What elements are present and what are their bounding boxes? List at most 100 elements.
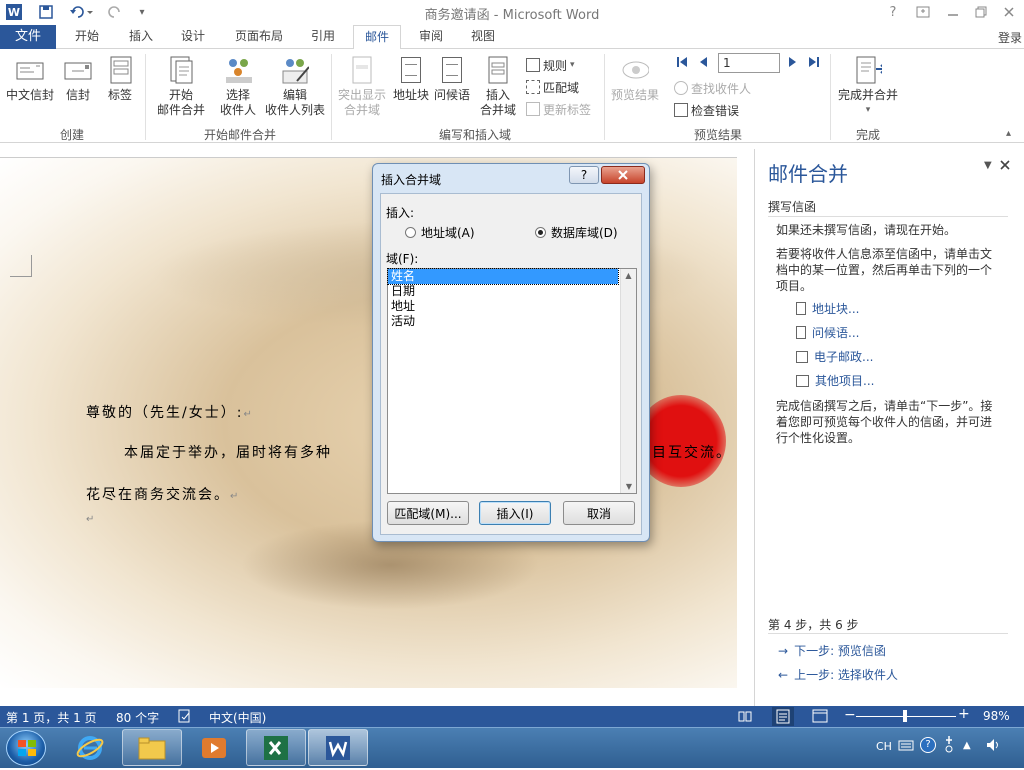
- proofing-icon[interactable]: [178, 709, 192, 726]
- field-list-item[interactable]: 地址: [388, 299, 618, 314]
- fields-listbox[interactable]: 姓名 日期 地址 活动 ▲ ▼: [387, 268, 637, 494]
- pane-options-icon[interactable]: ▼: [984, 160, 992, 171]
- doc-paragraph-1-left[interactable]: 本届定于举办，届时将有多种: [124, 442, 332, 462]
- labels-button[interactable]: 标签: [102, 54, 138, 103]
- taskbar-excel[interactable]: [246, 729, 306, 766]
- minimize-icon[interactable]: [942, 2, 964, 22]
- next-record-icon[interactable]: [788, 56, 798, 71]
- page-count[interactable]: 第 1 页，共 1 页: [6, 709, 97, 726]
- arrow-right-icon: →: [778, 643, 789, 658]
- radio-selected-icon: [535, 227, 546, 238]
- doc-salutation[interactable]: 尊敬的（先生/女士）:↵: [86, 402, 254, 422]
- last-record-icon[interactable]: [808, 56, 820, 71]
- field-list-item[interactable]: 日期: [388, 284, 618, 299]
- dialog-close-button[interactable]: [601, 166, 645, 184]
- radio-icon: [405, 227, 416, 238]
- tab-mailings[interactable]: 邮件: [353, 25, 402, 50]
- more-items-icon: [796, 374, 809, 387]
- pane-link-electronic-postage[interactable]: 电子邮政...: [796, 348, 873, 365]
- language[interactable]: 中文(中国): [209, 709, 266, 726]
- find-recipient-button[interactable]: 查找收件人: [674, 78, 751, 98]
- field-list-item[interactable]: 姓名: [387, 268, 619, 285]
- keyboard-icon[interactable]: [898, 738, 914, 755]
- zoom-in-icon[interactable]: +: [958, 706, 970, 722]
- finish-merge-button[interactable]: 完成并合并 ▾: [836, 54, 900, 118]
- scroll-up-icon[interactable]: ▲: [621, 271, 636, 280]
- pane-previous-step[interactable]: ← 上一步: 选择收件人: [778, 666, 898, 683]
- tab-home[interactable]: 开始: [64, 25, 110, 49]
- taskbar-media-player[interactable]: [184, 729, 244, 766]
- pane-divider: [768, 633, 1008, 634]
- pane-link-address-block[interactable]: 地址块...: [796, 300, 859, 317]
- database-fields-radio[interactable]: 数据库域(D): [535, 224, 618, 241]
- tab-file[interactable]: 文件: [0, 25, 56, 49]
- zoom-out-icon[interactable]: −: [844, 707, 856, 723]
- tab-insert[interactable]: 插入: [118, 25, 164, 49]
- first-record-icon[interactable]: [676, 56, 688, 72]
- show-hidden-icons[interactable]: ▲: [963, 740, 971, 751]
- envelope-button[interactable]: 信封: [60, 54, 96, 103]
- sign-in-link[interactable]: 登录: [998, 29, 1022, 46]
- tab-review[interactable]: 审阅: [408, 25, 454, 49]
- settings-tray-icon[interactable]: [942, 734, 956, 757]
- word-count[interactable]: 80 个字: [116, 709, 159, 726]
- pane-link-more-items[interactable]: 其他项目...: [796, 372, 874, 389]
- field-list-item[interactable]: 活动: [388, 314, 618, 329]
- zoom-slider-thumb[interactable]: [902, 710, 907, 722]
- match-fields-button[interactable]: 匹配域: [526, 77, 579, 97]
- rules-button[interactable]: 规则 ▾: [526, 55, 575, 75]
- scroll-down-icon[interactable]: ▼: [621, 482, 637, 491]
- match-fields-dialog-button[interactable]: 匹配域(M)...: [387, 501, 469, 525]
- group-preview-label: 预览结果: [693, 128, 742, 142]
- insert-button[interactable]: 插入(I): [479, 501, 551, 525]
- tab-references[interactable]: 引用: [300, 25, 346, 49]
- previous-record-icon[interactable]: [698, 56, 708, 71]
- cancel-button[interactable]: 取消: [563, 501, 635, 525]
- envelope-icon: [16, 54, 44, 86]
- start-button[interactable]: [6, 730, 46, 766]
- greeting-line-button[interactable]: 问候语: [432, 54, 472, 103]
- folder-icon: [138, 737, 166, 759]
- taskbar-ie[interactable]: [60, 729, 120, 766]
- select-recipients-button[interactable]: 选择 收件人: [212, 54, 264, 118]
- pane-next-step[interactable]: → 下一步: 预览信函: [778, 642, 886, 659]
- help-tray-icon[interactable]: ?: [920, 737, 936, 753]
- doc-paragraph-2[interactable]: 花尽在商务交流会。↵: [86, 484, 240, 504]
- doc-paragraph-1-right[interactable]: 目互交流。: [652, 442, 732, 462]
- dialog-help-button[interactable]: ?: [569, 166, 599, 184]
- close-icon[interactable]: [998, 2, 1020, 22]
- address-block-button[interactable]: 地址块: [392, 54, 430, 103]
- pane-close-icon[interactable]: [999, 159, 1011, 174]
- pane-link-greeting[interactable]: 问候语...: [796, 324, 859, 341]
- volume-icon[interactable]: [985, 737, 1001, 756]
- insert-merge-field-button[interactable]: 插入 合并域: [474, 54, 522, 118]
- print-layout-icon[interactable]: [772, 707, 794, 726]
- internet-explorer-icon: [76, 735, 104, 760]
- preview-results-button[interactable]: 预览结果: [608, 54, 662, 103]
- ribbon-separator: [331, 54, 332, 140]
- address-fields-radio[interactable]: 地址域(A): [405, 224, 475, 241]
- chinese-envelope-button[interactable]: 中文信封: [4, 54, 56, 103]
- ribbon-display-icon[interactable]: [912, 2, 934, 22]
- edit-recipient-list-button[interactable]: 编辑 收件人列表: [264, 54, 326, 118]
- tab-layout[interactable]: 页面布局: [224, 25, 294, 49]
- edit-list-icon: [281, 54, 309, 86]
- read-mode-icon[interactable]: [738, 709, 752, 726]
- web-layout-icon[interactable]: [812, 709, 828, 726]
- tab-view[interactable]: 视图: [460, 25, 506, 49]
- help-icon[interactable]: ?: [882, 2, 904, 22]
- restore-icon[interactable]: [970, 2, 992, 22]
- collapse-ribbon-icon[interactable]: ▴: [1006, 128, 1011, 139]
- taskbar-explorer[interactable]: [122, 729, 182, 766]
- taskbar-word[interactable]: [308, 729, 368, 766]
- record-number-input[interactable]: 1: [718, 53, 780, 73]
- start-mail-merge-button[interactable]: 开始 邮件合并: [150, 54, 212, 118]
- listbox-scrollbar[interactable]: ▲ ▼: [620, 269, 636, 493]
- highlight-merge-fields-button[interactable]: 突出显示 合并域: [334, 54, 390, 118]
- pane-text-3: 完成信函撰写之后，请单击“下一步”。接着您即可预览每个收件人的信函，并可进行个性…: [776, 399, 993, 445]
- update-labels-button[interactable]: 更新标签: [526, 99, 591, 119]
- tab-design[interactable]: 设计: [170, 25, 216, 49]
- check-errors-button[interactable]: 检查错误: [674, 100, 739, 120]
- zoom-level[interactable]: 98%: [983, 709, 1010, 723]
- ime-indicator[interactable]: CH: [876, 740, 892, 753]
